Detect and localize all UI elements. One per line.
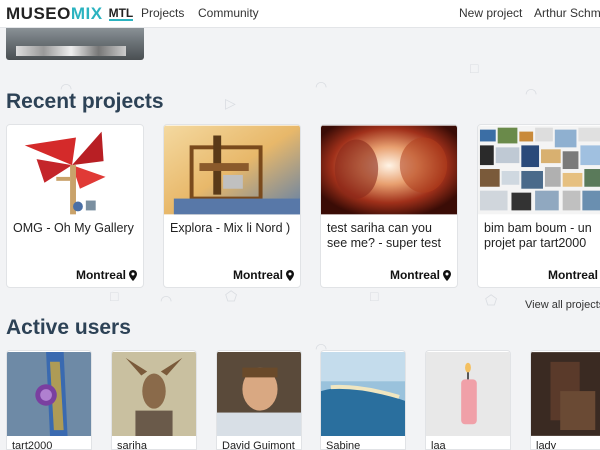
nav-link-community[interactable]: Community <box>198 6 259 20</box>
user-avatar-tart2000 <box>7 352 91 436</box>
project-thumbnail-3d-printer <box>164 125 300 215</box>
location-label: Montreal <box>547 268 598 282</box>
project-card[interactable]: bim bam boum - un projet par tart2000 Mo… <box>477 124 600 288</box>
project-location: Montreal <box>76 268 137 282</box>
logo-text-mix: MIX <box>70 4 103 23</box>
location-label: Montreal <box>389 268 440 282</box>
logo-text-mtl: MTL <box>108 6 134 21</box>
user-name: David Guimont <box>222 440 295 450</box>
view-all-projects-link[interactable]: View all projects <box>525 299 600 311</box>
location-label: Montreal <box>232 268 283 282</box>
project-location: Montreal <box>548 268 598 282</box>
project-location: Montreal <box>233 268 294 282</box>
user-card[interactable]: laa <box>425 350 511 450</box>
map-pin-icon <box>443 269 451 281</box>
hero-image[interactable] <box>6 28 144 60</box>
nav-link-new-project[interactable]: New project <box>459 6 522 20</box>
user-card[interactable]: David Guimont <box>216 350 302 450</box>
user-name: lady <box>536 440 557 450</box>
user-card[interactable]: sariha <box>111 350 197 450</box>
recent-projects-heading: Recent projects <box>6 90 164 113</box>
project-thumbnail-pinwheel <box>7 125 143 215</box>
user-name: sariha <box>117 440 147 450</box>
top-navbar: MUSEO MIX MTL Projects Community New pro… <box>0 0 600 28</box>
user-name: tart2000 <box>12 440 53 450</box>
project-thumbnail-collage <box>478 125 600 215</box>
user-menu[interactable]: Arthur Schmitt <box>534 6 600 20</box>
user-card[interactable]: lady <box>530 350 600 450</box>
user-card[interactable]: Sabine <box>320 350 406 450</box>
active-users-heading: Active users <box>6 316 131 339</box>
user-avatar-sariha <box>112 352 196 436</box>
project-location: Montreal <box>390 268 451 282</box>
project-card[interactable]: OMG - Oh My Gallery Montreal <box>6 124 144 288</box>
user-name: laa <box>431 440 446 450</box>
project-title: bim bam boum - un projet par tart2000 <box>484 221 592 250</box>
project-title: OMG - Oh My Gallery <box>13 221 134 235</box>
nav-link-projects[interactable]: Projects <box>141 6 184 20</box>
museomix-logo[interactable]: MUSEO MIX MTL <box>6 4 134 24</box>
map-pin-icon <box>129 269 137 281</box>
project-title: Explora - Mix li Nord ) <box>170 221 291 235</box>
project-card[interactable]: Explora - Mix li Nord ) Montreal <box>163 124 301 288</box>
project-thumbnail-abstract <box>321 125 457 215</box>
user-avatar-sabine <box>321 352 405 436</box>
project-title: test sariha can you see me? - super test <box>327 221 441 250</box>
map-pin-icon <box>286 269 294 281</box>
user-name: Sabine <box>326 440 361 450</box>
user-avatar-david-guimont <box>217 352 301 436</box>
project-card[interactable]: test sariha can you see me? - super test… <box>320 124 458 288</box>
location-label: Montreal <box>75 268 126 282</box>
user-avatar-lady <box>531 352 600 436</box>
user-avatar-laa <box>426 352 510 436</box>
user-card[interactable]: tart2000 <box>6 350 92 450</box>
logo-text-museo: MUSEO <box>6 4 71 23</box>
